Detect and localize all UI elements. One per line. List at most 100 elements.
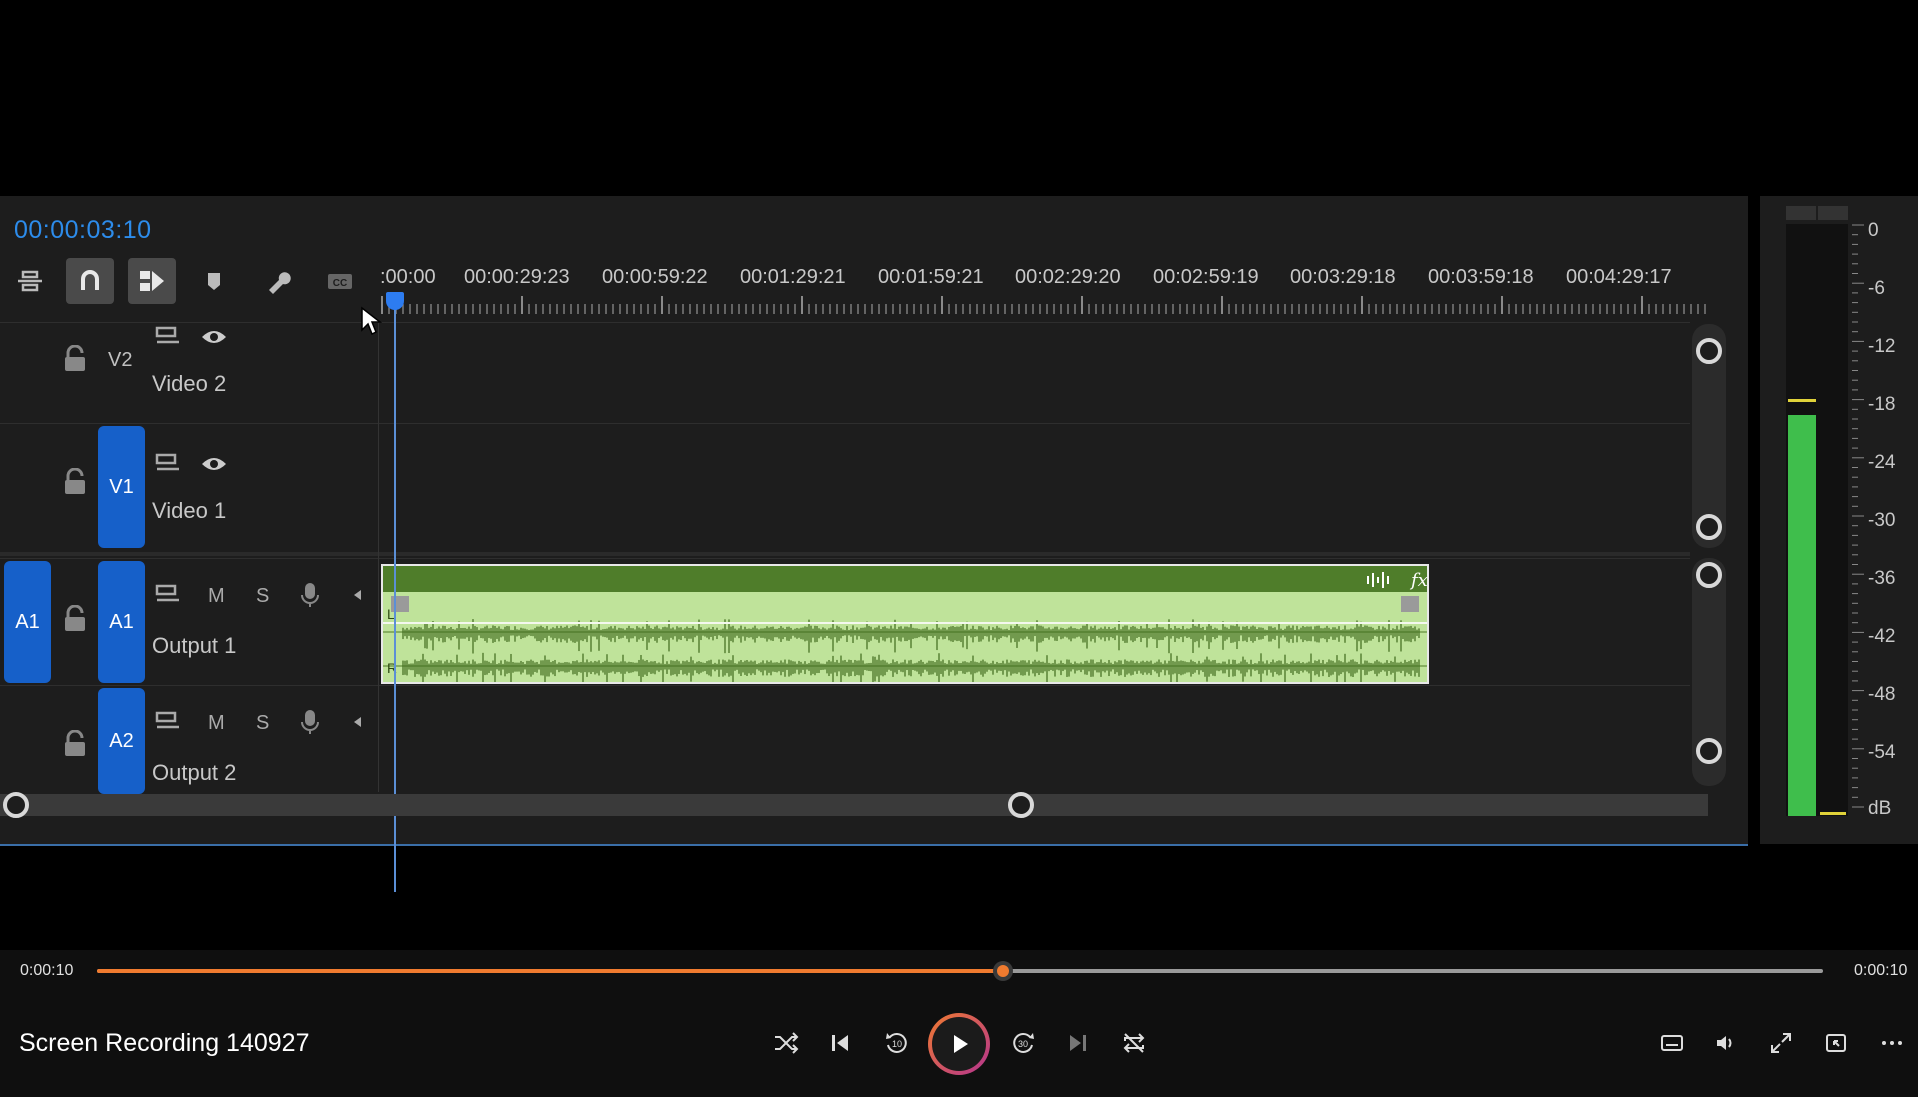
- time-ruler-labels[interactable]: :00:00 00:00:29:23 00:00:59:22 00:01:29:…: [380, 266, 1710, 292]
- scroll-knob[interactable]: [1696, 738, 1722, 764]
- svg-text:30: 30: [1018, 1039, 1028, 1049]
- meter-scale-label: -48: [1868, 684, 1896, 705]
- track-id-label: V2: [108, 349, 133, 371]
- previous-icon[interactable]: [822, 1025, 858, 1061]
- mute-button[interactable]: M: [208, 712, 225, 735]
- time-ruler-ticks[interactable]: [380, 296, 1710, 316]
- forward-30-icon[interactable]: 30: [1006, 1025, 1042, 1061]
- audio-gain-icon: [1367, 572, 1389, 588]
- meter-scale-label: -12: [1868, 336, 1896, 357]
- toggle-sync-lock-icon[interactable]: [154, 450, 182, 478]
- more-svg: [1882, 1041, 1902, 1045]
- scroll-knob[interactable]: [1008, 792, 1034, 818]
- fullscreen-icon[interactable]: [1763, 1025, 1799, 1061]
- mute-button[interactable]: M: [208, 585, 225, 608]
- source-patch-a1[interactable]: A1: [4, 561, 51, 683]
- lock-icon[interactable]: [62, 730, 88, 758]
- seek-progress: [97, 969, 1004, 973]
- volume-icon[interactable]: [1708, 1025, 1744, 1061]
- scroll-knob[interactable]: [1696, 562, 1722, 588]
- meter-level-bar: [1788, 414, 1816, 816]
- speaker-icon[interactable]: [344, 581, 372, 609]
- track-name: Video 2: [152, 371, 227, 396]
- eye-icon[interactable]: [200, 450, 228, 478]
- toggle-sync-lock-icon[interactable]: [154, 323, 182, 351]
- speaker-icon[interactable]: [344, 708, 372, 736]
- more-options-icon[interactable]: [1874, 1025, 1910, 1061]
- microphone-icon[interactable]: [296, 581, 324, 609]
- settings-wrench-icon[interactable]: [254, 258, 302, 304]
- meter-scale-label: -6: [1868, 278, 1885, 299]
- ruler-label: 00:03:59:18: [1428, 266, 1534, 288]
- toggle-sync-lock-icon[interactable]: [154, 581, 182, 609]
- ruler-label: 00:01:59:21: [878, 266, 984, 288]
- track-name: Video 1: [152, 498, 227, 523]
- repeat-svg: [1123, 1033, 1145, 1053]
- captions-toggle-icon[interactable]: [1654, 1025, 1690, 1061]
- cc-svg: CC: [328, 274, 352, 289]
- fx-badge[interactable]: fx: [1411, 570, 1428, 591]
- timecode-display[interactable]: 00:00:03:10: [14, 216, 152, 245]
- linked-selection-icon[interactable]: [128, 258, 176, 304]
- track-v1[interactable]: V1 Video 1: [0, 423, 1690, 550]
- track-name: Output 1: [152, 633, 237, 658]
- scroll-knob[interactable]: [3, 792, 29, 818]
- audio-clip[interactable]: fx L R: [381, 564, 1429, 684]
- repeat-off-icon[interactable]: [1116, 1025, 1152, 1061]
- lock-icon[interactable]: [62, 605, 88, 633]
- audio-meter-panel: 0 -6 -12 -18 -24 -30 -36 -42 -48 -54 dB: [1760, 196, 1918, 844]
- video-audio-divider: [0, 552, 1690, 556]
- solo-button[interactable]: S: [256, 712, 269, 735]
- solo-button[interactable]: S: [256, 585, 269, 608]
- eye-icon[interactable]: [200, 323, 228, 351]
- track-a2[interactable]: A2 M S Output 2: [0, 685, 1690, 794]
- track-target-v1[interactable]: V1: [98, 426, 145, 548]
- rewind-svg: 10: [886, 1032, 907, 1053]
- track-v2[interactable]: V2 Video 2: [0, 322, 1690, 423]
- insert-nest-icon[interactable]: [6, 258, 54, 304]
- captions-icon[interactable]: CC: [316, 258, 364, 304]
- audio-tracks-scrollbar[interactable]: [1692, 558, 1726, 786]
- shuffle-icon[interactable]: [768, 1025, 804, 1061]
- track-target-a2[interactable]: A2: [98, 688, 145, 794]
- ruler-label: 00:04:29:17: [1566, 266, 1672, 288]
- linked-selection-svg: [140, 271, 164, 291]
- mini-player-svg: [1826, 1034, 1846, 1052]
- lock-icon[interactable]: [62, 468, 88, 496]
- timeline-zoom-scrollbar[interactable]: [0, 792, 1708, 818]
- wrench-svg: [269, 272, 291, 294]
- clip-out-handle[interactable]: [1401, 596, 1419, 612]
- meter-scale-label: -24: [1868, 452, 1896, 473]
- scroll-knob[interactable]: [1696, 338, 1722, 364]
- captions-svg: [1661, 1035, 1683, 1051]
- meter-scale-label: -42: [1868, 626, 1896, 647]
- media-title: Screen Recording 140927: [19, 1029, 310, 1057]
- lock-icon[interactable]: [62, 345, 88, 373]
- shuffle-svg: [775, 1032, 799, 1054]
- meter-scale-label: -54: [1868, 742, 1896, 763]
- channel-divider: [383, 622, 1427, 624]
- toggle-sync-lock-icon[interactable]: [154, 708, 182, 736]
- snap-magnet-icon[interactable]: [66, 258, 114, 304]
- ruler-label: 00:01:29:21: [740, 266, 846, 288]
- audio-waveform: [383, 619, 1427, 682]
- total-time: 0:00:10: [1854, 962, 1908, 979]
- next-icon[interactable]: [1060, 1025, 1096, 1061]
- marker-svg: [208, 273, 220, 290]
- add-marker-icon[interactable]: [190, 258, 238, 304]
- playhead-handle[interactable]: [386, 292, 404, 310]
- meter-peak-indicator: [1788, 398, 1816, 402]
- video-tracks-scrollbar[interactable]: [1692, 324, 1726, 548]
- meter-scale-label: 0: [1868, 220, 1879, 241]
- mini-player-icon[interactable]: [1818, 1025, 1854, 1061]
- scroll-knob[interactable]: [1696, 514, 1722, 540]
- seek-thumb[interactable]: [993, 961, 1014, 981]
- track-target-a1[interactable]: A1: [98, 561, 145, 683]
- play-button[interactable]: [928, 1013, 990, 1075]
- ruler-label: 00:02:59:19: [1153, 266, 1259, 288]
- microphone-icon[interactable]: [296, 708, 324, 736]
- header-separator: [378, 322, 379, 792]
- seek-thumb-dot: [997, 965, 1010, 977]
- ruler-label: 00:00:29:23: [464, 266, 570, 288]
- rewind-10-icon[interactable]: 10: [878, 1025, 914, 1061]
